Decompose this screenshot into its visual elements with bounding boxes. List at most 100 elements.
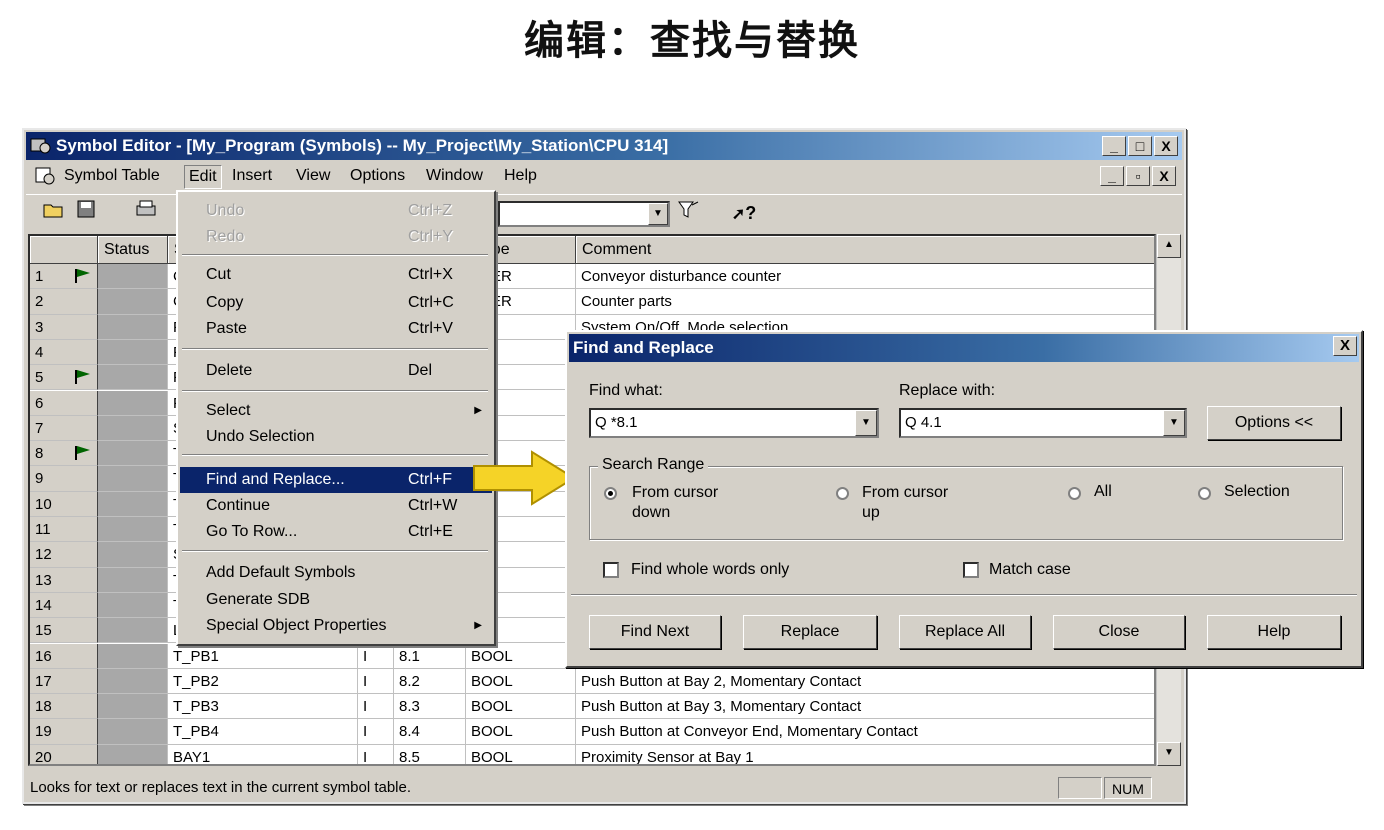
row-status[interactable] (98, 719, 168, 745)
menu-edit[interactable]: Edit (184, 165, 222, 189)
row-data-type[interactable]: BOOL (466, 643, 576, 669)
menu-help[interactable]: Help (504, 167, 537, 185)
radio-selection[interactable] (1198, 487, 1211, 500)
chevron-down-icon[interactable]: ▼ (855, 410, 877, 436)
row-status[interactable] (98, 441, 168, 467)
row-data-type[interactable]: BOOL (466, 719, 576, 745)
row-status[interactable] (98, 491, 168, 517)
row-address[interactable]: I (358, 744, 394, 764)
table-row[interactable]: 17 T_PB2 I 8.2 BOOL Push Button at Bay 2, Mom… (30, 668, 1154, 695)
help-pointer-icon[interactable]: ➚? (726, 199, 762, 227)
menu-item-continue[interactable]: Continue Ctrl+W (180, 493, 492, 519)
mdi-restore-button[interactable]: ▫ (1126, 166, 1150, 186)
menu-insert[interactable]: Insert (232, 167, 272, 185)
print-icon[interactable] (132, 199, 160, 227)
close-window-button[interactable]: X (1154, 136, 1178, 156)
open-icon[interactable] (40, 199, 68, 227)
row-status[interactable] (98, 466, 168, 492)
table-row[interactable]: 19 T_PB4 I 8.4 BOOL Push Button at Conveyor E… (30, 719, 1154, 745)
header-comment[interactable]: Comment (576, 236, 1154, 264)
header-status[interactable]: Status (98, 236, 168, 264)
row-address[interactable]: I (358, 719, 394, 745)
row-data-type[interactable]: BOOL (466, 668, 576, 695)
row-address-number[interactable]: 8.4 (394, 719, 466, 745)
row-status[interactable] (98, 643, 168, 669)
menu-item-special-object-properties[interactable]: Special Object Properties ▶ (180, 613, 492, 639)
window-titlebar[interactable]: Symbol Editor - [My_Program (Symbols) --… (26, 132, 1182, 160)
whole-words-checkbox[interactable] (603, 562, 619, 578)
menu-item-go-to-row[interactable]: Go To Row... Ctrl+E (180, 519, 492, 545)
row-symbol[interactable]: T_PB2 (168, 668, 358, 695)
row-data-type[interactable]: BOOL (466, 744, 576, 764)
menu-item-paste[interactable]: Paste Ctrl+V (180, 316, 492, 342)
scroll-up-icon[interactable]: ▲ (1157, 234, 1181, 258)
row-status[interactable] (98, 517, 168, 543)
row-status[interactable] (98, 365, 168, 391)
row-status[interactable] (98, 592, 168, 619)
row-comment[interactable]: Push Button at Bay 2, Momentary Contact (576, 669, 1154, 695)
row-address-number[interactable]: 8.1 (394, 643, 466, 669)
row-address-number[interactable]: 8.5 (394, 744, 466, 764)
row-status[interactable] (98, 744, 168, 764)
row-status[interactable] (98, 668, 168, 695)
menu-item-add-default-symbols[interactable]: Add Default Symbols (180, 560, 492, 586)
match-case-checkbox[interactable] (963, 562, 979, 578)
row-address-number[interactable]: 8.2 (394, 668, 466, 695)
menu-item-find-and-replace[interactable]: Find and Replace... Ctrl+F (180, 467, 492, 493)
menu-item-undo[interactable]: Undo Ctrl+Z (180, 198, 492, 224)
row-status[interactable] (98, 542, 168, 568)
menu-item-generate-sdb[interactable]: Generate SDB (180, 587, 492, 613)
row-status[interactable] (98, 618, 168, 644)
radio-all[interactable] (1068, 487, 1081, 500)
row-data-type[interactable]: BOOL (466, 694, 576, 720)
chevron-down-icon[interactable]: ▼ (648, 203, 668, 225)
scroll-down-icon[interactable]: ▼ (1157, 742, 1181, 766)
radio-from-cursor-down[interactable] (604, 487, 617, 500)
row-address[interactable]: I (358, 668, 394, 695)
replace-button[interactable]: Replace (743, 615, 877, 649)
menu-item-delete[interactable]: Delete Del (180, 358, 492, 384)
menu-window[interactable]: Window (426, 167, 483, 185)
menu-item-select[interactable]: Select ▶ (180, 398, 492, 424)
radio-from-cursor-up[interactable] (836, 487, 849, 500)
menu-item-copy[interactable]: Copy Ctrl+C (180, 290, 492, 316)
mdi-minimize-button[interactable]: _ (1100, 166, 1124, 186)
row-comment[interactable]: Proximity Sensor at Bay 1 (576, 745, 1154, 764)
minimize-button[interactable]: _ (1102, 136, 1126, 156)
menu-item-redo[interactable]: Redo Ctrl+Y (180, 224, 492, 250)
row-address-number[interactable]: 8.3 (394, 694, 466, 720)
row-comment[interactable]: Conveyor disturbance counter (576, 264, 1154, 290)
row-status[interactable] (98, 694, 168, 720)
menu-view[interactable]: View (296, 167, 330, 185)
replace-with-input[interactable]: Q 4.1 ▼ (899, 408, 1187, 438)
row-status[interactable] (98, 567, 168, 593)
mdi-close-button[interactable]: X (1152, 166, 1176, 186)
row-address[interactable]: I (358, 643, 394, 669)
row-symbol[interactable]: T_PB3 (168, 694, 358, 720)
row-symbol[interactable]: T_PB1 (168, 643, 358, 669)
row-symbol[interactable]: T_PB4 (168, 719, 358, 745)
menu-item-cut[interactable]: Cut Ctrl+X (180, 262, 492, 288)
maximize-button[interactable]: □ (1128, 136, 1152, 156)
menu-item-undo-selection[interactable]: Undo Selection (180, 424, 492, 450)
dialog-titlebar[interactable]: Find and Replace (569, 334, 1359, 362)
row-status[interactable] (98, 390, 168, 416)
row-comment[interactable]: Push Button at Conveyor End, Momentary C… (576, 719, 1154, 745)
row-status[interactable] (98, 289, 168, 315)
dialog-close-button[interactable]: X (1333, 336, 1357, 356)
menu-symbol-table[interactable]: Symbol Table (64, 167, 160, 185)
row-status[interactable] (98, 264, 168, 290)
filter-icon[interactable] (674, 199, 702, 227)
table-row[interactable]: 20 BAY1 I 8.5 BOOL Proximity Sensor at Bay 1 (30, 744, 1154, 764)
menu-options[interactable]: Options (350, 167, 405, 185)
row-symbol[interactable]: BAY1 (168, 744, 358, 764)
save-icon[interactable] (72, 199, 100, 227)
options-button[interactable]: Options << (1207, 406, 1341, 440)
close-button[interactable]: Close (1053, 615, 1185, 649)
row-status[interactable] (98, 415, 168, 442)
filter-combo[interactable]: ▼ (498, 201, 670, 227)
row-status[interactable] (98, 314, 168, 340)
table-row[interactable]: 18 T_PB3 I 8.3 BOOL Push Button at Bay 3, Mom… (30, 694, 1154, 720)
find-what-input[interactable]: Q *8.1 ▼ (589, 408, 879, 438)
row-address[interactable]: I (358, 694, 394, 720)
